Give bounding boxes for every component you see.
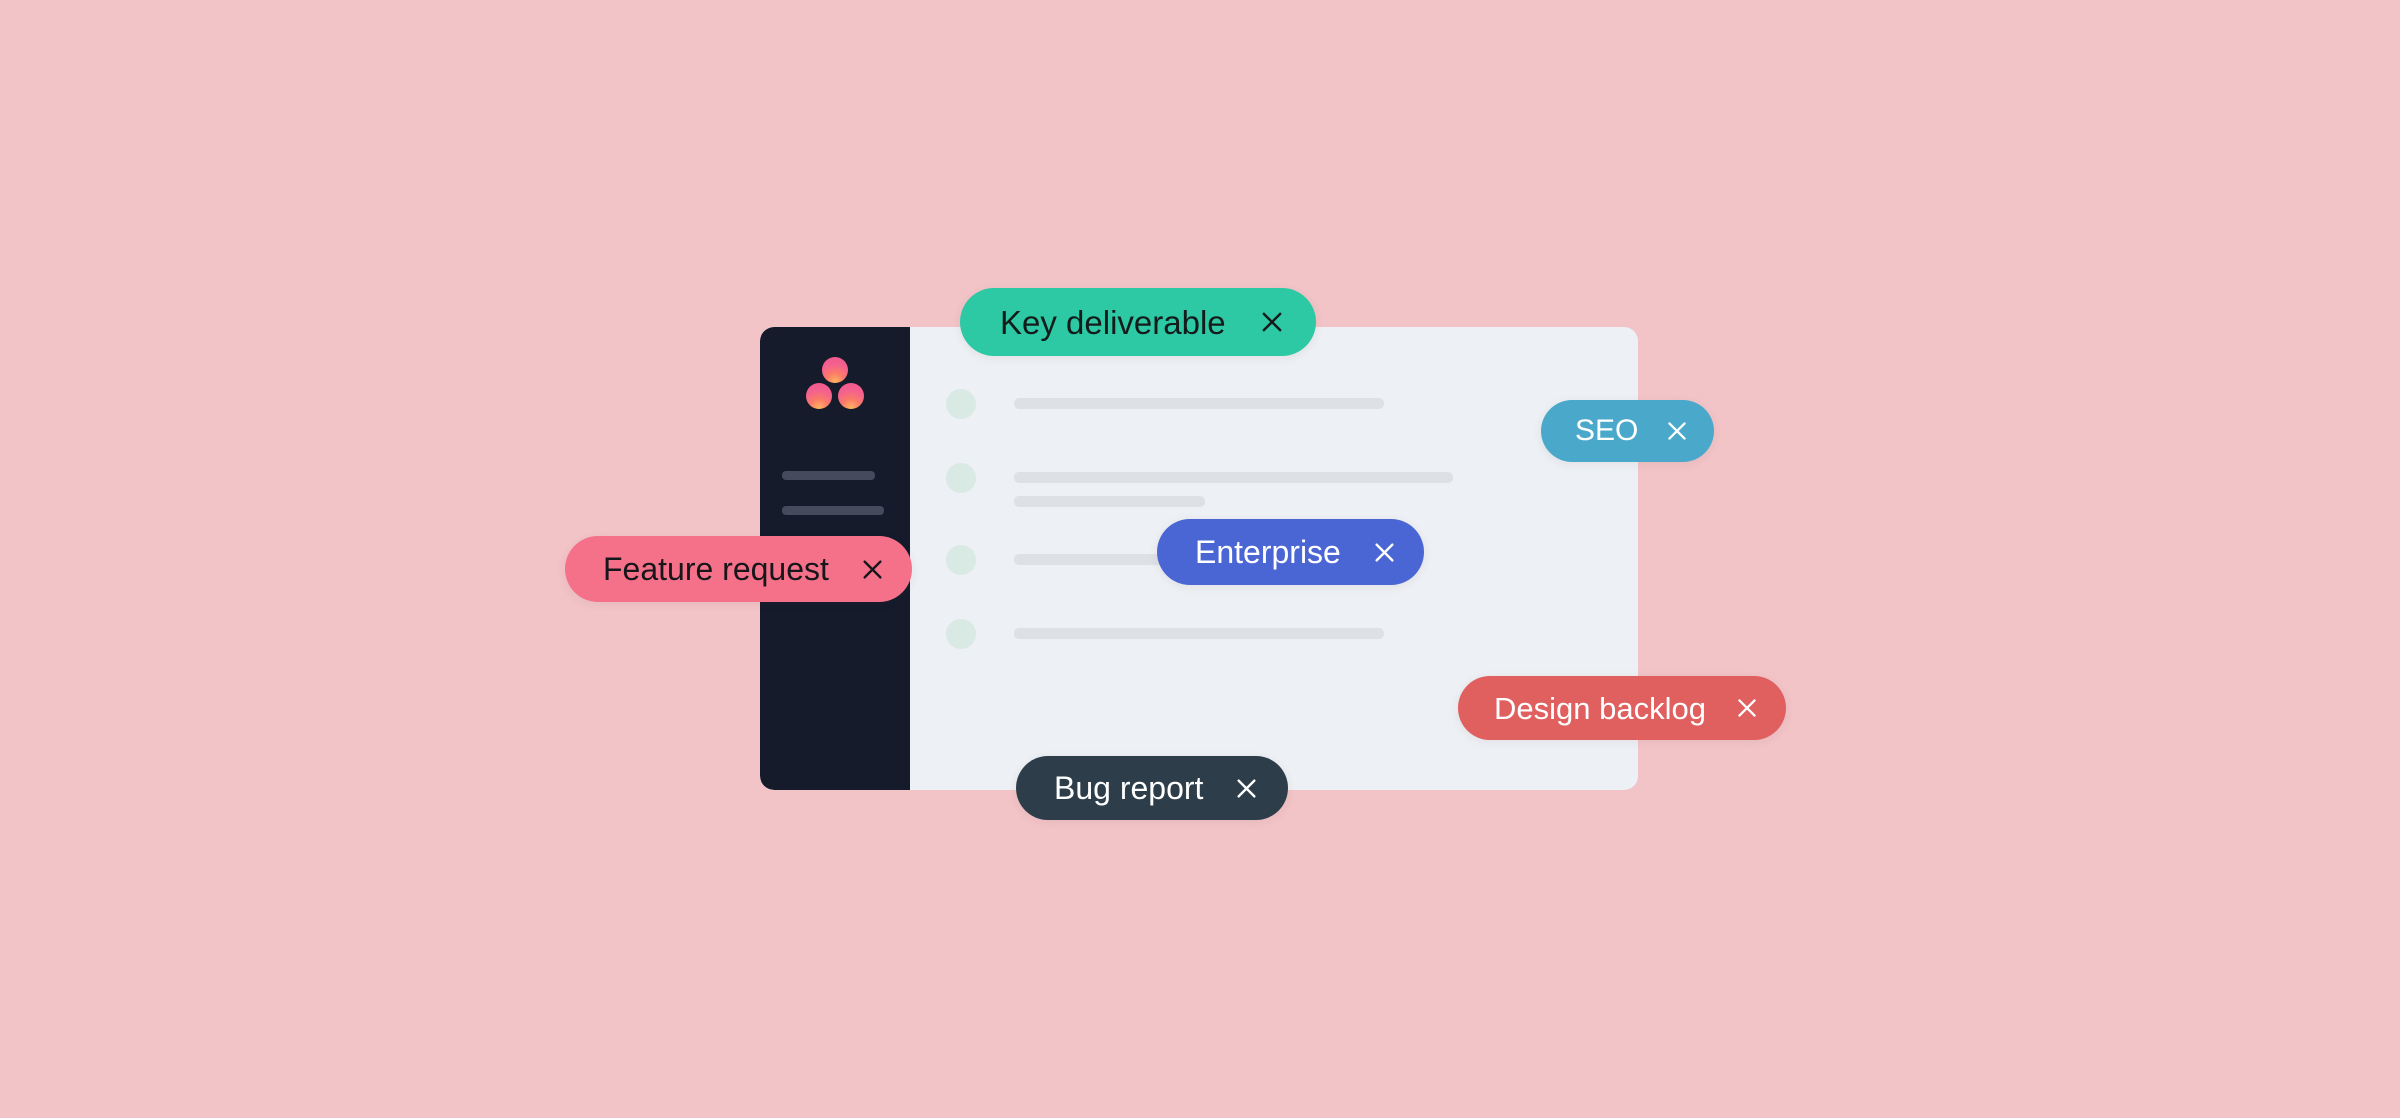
task-line-placeholder bbox=[1014, 398, 1384, 409]
tag-label: Bug report bbox=[1054, 770, 1204, 806]
task-content-placeholder bbox=[1014, 619, 1592, 639]
tag-label: SEO bbox=[1575, 414, 1639, 447]
illustration-scene: Key deliverable SEO Feature request Ente… bbox=[0, 0, 2400, 1118]
task-content-placeholder bbox=[1014, 463, 1592, 507]
asana-logo-dot-top bbox=[822, 357, 848, 383]
sidebar-item-placeholder-2[interactable] bbox=[782, 506, 884, 515]
asana-logo-dot-right bbox=[838, 383, 864, 409]
tag-label: Feature request bbox=[603, 551, 829, 587]
task-line-placeholder bbox=[1014, 496, 1205, 507]
sidebar-item-placeholder-1[interactable] bbox=[782, 471, 876, 480]
task-line-placeholder bbox=[1014, 628, 1384, 639]
task-row[interactable] bbox=[910, 463, 1638, 507]
task-checkbox-icon[interactable] bbox=[946, 389, 976, 419]
task-checkbox-icon[interactable] bbox=[946, 463, 976, 493]
tag-bug-report[interactable]: Bug report bbox=[1016, 756, 1289, 820]
close-icon[interactable] bbox=[1258, 308, 1286, 336]
tag-key-deliverable[interactable]: Key deliverable bbox=[960, 288, 1316, 356]
close-icon[interactable] bbox=[1371, 539, 1398, 566]
task-content-placeholder bbox=[1014, 389, 1592, 409]
task-checkbox-icon[interactable] bbox=[946, 545, 976, 575]
tag-label: Enterprise bbox=[1195, 534, 1341, 570]
tag-label: Design backlog bbox=[1494, 690, 1706, 726]
tag-label: Key deliverable bbox=[1000, 303, 1226, 341]
tag-enterprise[interactable]: Enterprise bbox=[1157, 519, 1424, 585]
task-row[interactable] bbox=[910, 389, 1638, 425]
close-icon[interactable] bbox=[1734, 695, 1760, 721]
close-icon[interactable] bbox=[1233, 775, 1260, 802]
task-line-placeholder bbox=[1014, 472, 1454, 483]
task-checkbox-icon[interactable] bbox=[946, 619, 976, 649]
asana-logo-icon bbox=[804, 357, 866, 413]
tag-design-backlog[interactable]: Design backlog bbox=[1458, 676, 1786, 740]
asana-logo-dot-left bbox=[806, 383, 832, 409]
close-icon[interactable] bbox=[1664, 418, 1690, 444]
close-icon[interactable] bbox=[859, 556, 886, 583]
tag-seo[interactable]: SEO bbox=[1541, 400, 1715, 462]
task-row[interactable] bbox=[910, 619, 1638, 655]
tag-feature-request[interactable]: Feature request bbox=[565, 536, 912, 602]
